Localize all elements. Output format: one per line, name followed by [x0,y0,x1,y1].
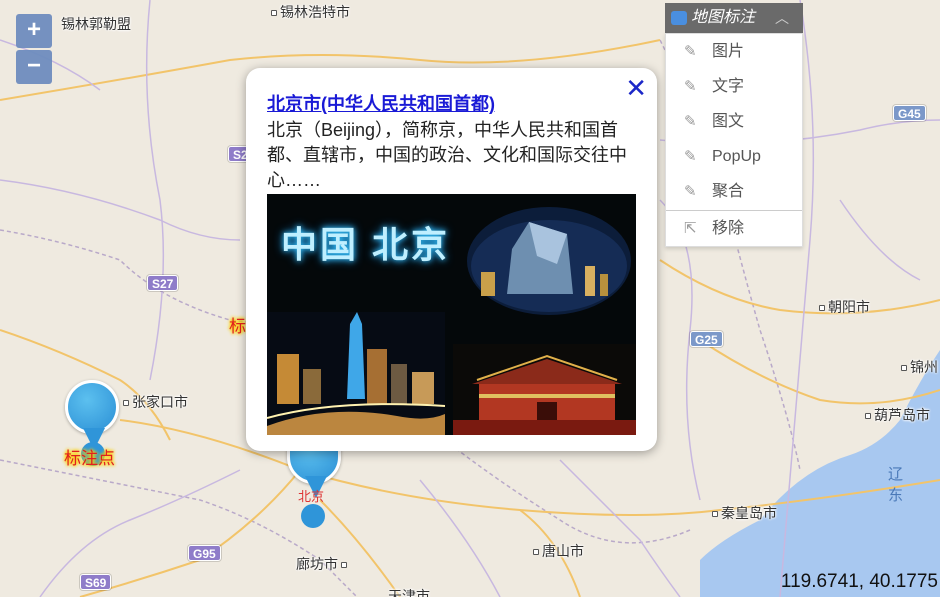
toolbar-menu: ✎ 图片 ✎ 文字 ✎ 图文 ✎ PopUp ✎ 聚合 ⇱ 移除 [665,33,803,247]
highway-shield: G45 [893,105,926,121]
menu-item-popup[interactable]: ✎ PopUp [666,139,802,174]
layers-icon [671,10,687,25]
photo-caption: 中国 北京 [281,224,451,265]
zoom-in-button[interactable]: + [16,14,52,48]
popup-description: 北京（Beijing），简称京，中华人民共和国首都、直辖市，中国的政治、文化和国… [267,120,627,190]
pencil-icon: ✎ [684,78,697,95]
city-label: 锦州 [898,359,938,375]
zoom-control: + − [16,14,52,86]
city-dot-icon [271,10,277,17]
marker-pin-icon [65,380,119,434]
pencil-icon: ✎ [684,113,697,130]
pencil-icon: ✎ [684,183,697,200]
marker-label: 北京 [298,489,325,504]
city-label: 锡林郭勒盟 [61,16,131,32]
map-marker[interactable] [65,380,119,466]
menu-item-remove[interactable]: ⇱ 移除 [666,211,802,246]
highway-shield: S27 [147,275,179,291]
zoom-out-button[interactable]: − [16,50,52,84]
city-dot-icon [865,413,871,420]
menu-item-image-text[interactable]: ✎ 图文 [666,104,802,139]
highway-shield: G95 [188,545,221,561]
city-dot-icon [341,562,347,569]
highway-shield: G25 [690,331,723,347]
coordinate-readout: 119.6741, 40.1775 [780,571,938,592]
city-label: 朝阳市 [816,299,870,315]
marker-label: 标注点 [64,449,115,468]
menu-item-image[interactable]: ✎ 图片 [666,34,802,69]
annotation-toolbar: 地图标注 ︿ ✎ 图片 ✎ 文字 ✎ 图文 ✎ PopUp ✎ 聚合 ⇱ 移除 [665,3,803,247]
export-icon: ⇱ [684,220,697,237]
water-label: 辽 东 [888,466,914,504]
popup-title-link[interactable]: 北京市(中华人民共和国首都) [267,90,495,116]
toolbar-title: 地图标注 [691,9,756,26]
city-dot-icon [819,305,825,312]
city-label: 张家口市 [120,394,188,410]
marker-dot [301,504,325,528]
city-label: 秦皇岛市 [709,505,777,521]
info-popup: ✕ 北京市(中华人民共和国首都) 北京（Beijing），简称京，中华人民共和国… [246,68,657,451]
city-label: 天津市 [388,588,430,597]
city-dot-icon [901,365,907,372]
close-icon[interactable]: ✕ [625,74,647,102]
highway-shield: S69 [80,574,112,590]
marker-label: 标 [229,317,246,336]
pencil-icon: ✎ [684,43,697,60]
chevron-up-icon: ︿ [775,10,789,26]
city-label: 廊坊市 [296,556,350,572]
city-dot-icon [712,511,718,518]
menu-item-text[interactable]: ✎ 文字 [666,69,802,104]
toolbar-header-button[interactable]: 地图标注 ︿ [665,3,803,33]
popup-photo: 中国 北京 [267,194,636,435]
city-label: 锡林浩特市 [268,4,350,20]
city-dot-icon [123,400,129,407]
city-label: 唐山市 [530,543,584,559]
city-label: 葫芦岛市 [862,407,930,423]
pencil-icon: ✎ [684,148,697,165]
menu-item-cluster[interactable]: ✎ 聚合 [666,174,802,209]
city-dot-icon [533,549,539,556]
